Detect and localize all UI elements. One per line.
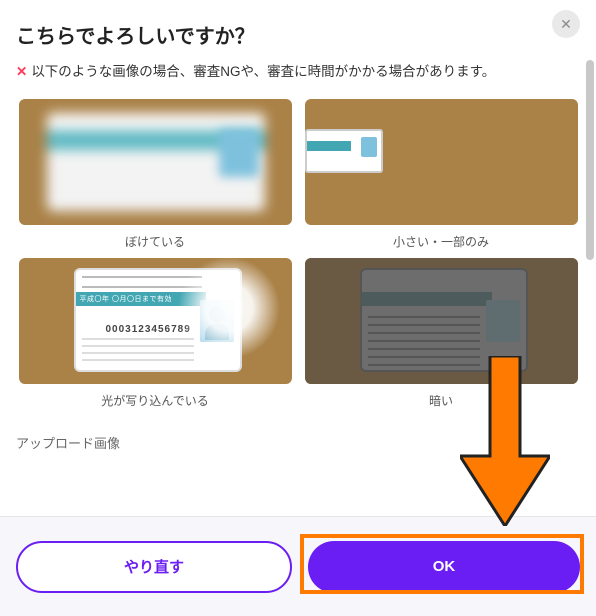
caption-glare: 光が写り込んでいる [101,392,208,409]
caption-blurry: ぼけている [125,233,185,250]
modal-body: ✕ こちらでよろしいですか？ ✕ 以下のような画像の場合、審査NGや、審査に時間が… [0,0,596,516]
thumb-dark [305,258,578,384]
upload-section-label: アップロード画像 [16,433,580,452]
modal-title: こちらでよろしいですか？ [16,20,580,49]
modal-footer: やり直す OK [0,516,596,616]
close-button[interactable]: ✕ [552,10,580,38]
close-icon: ✕ [560,16,572,33]
thumb-blurry [19,99,292,225]
retry-button[interactable]: やり直す [16,541,292,593]
thumb-small [305,99,578,225]
example-glare: 平成〇年 〇月〇日まで有効 0003123456789 光が写り込んでいる [16,258,294,409]
ng-examples-grid: ぼけている 小さい・一部のみ 平成〇年 〇月〇日まで有効 [16,99,580,409]
example-blurry: ぼけている [16,99,294,250]
thumb-glare: 平成〇年 〇月〇日まで有効 0003123456789 [19,258,292,384]
x-mark-icon: ✕ [16,64,27,79]
confirmation-modal: ✕ こちらでよろしいですか？ ✕ 以下のような画像の場合、審査NGや、審査に時間が… [0,0,596,616]
caption-small: 小さい・一部のみ [393,233,489,250]
sample-band-text: 平成〇年 〇月〇日まで有効 [76,292,206,306]
caption-dark: 暗い [429,392,453,409]
sample-number: 0003123456789 [106,324,191,335]
warning-text: ✕ 以下のような画像の場合、審査NGや、審査に時間がかかる場合があります。 [16,61,580,83]
scrollbar[interactable] [586,60,594,260]
ok-button[interactable]: OK [308,541,580,593]
example-dark: 暗い [302,258,580,409]
example-small: 小さい・一部のみ [302,99,580,250]
warning-body: 以下のような画像の場合、審査NGや、審査に時間がかかる場合があります。 [31,64,495,79]
